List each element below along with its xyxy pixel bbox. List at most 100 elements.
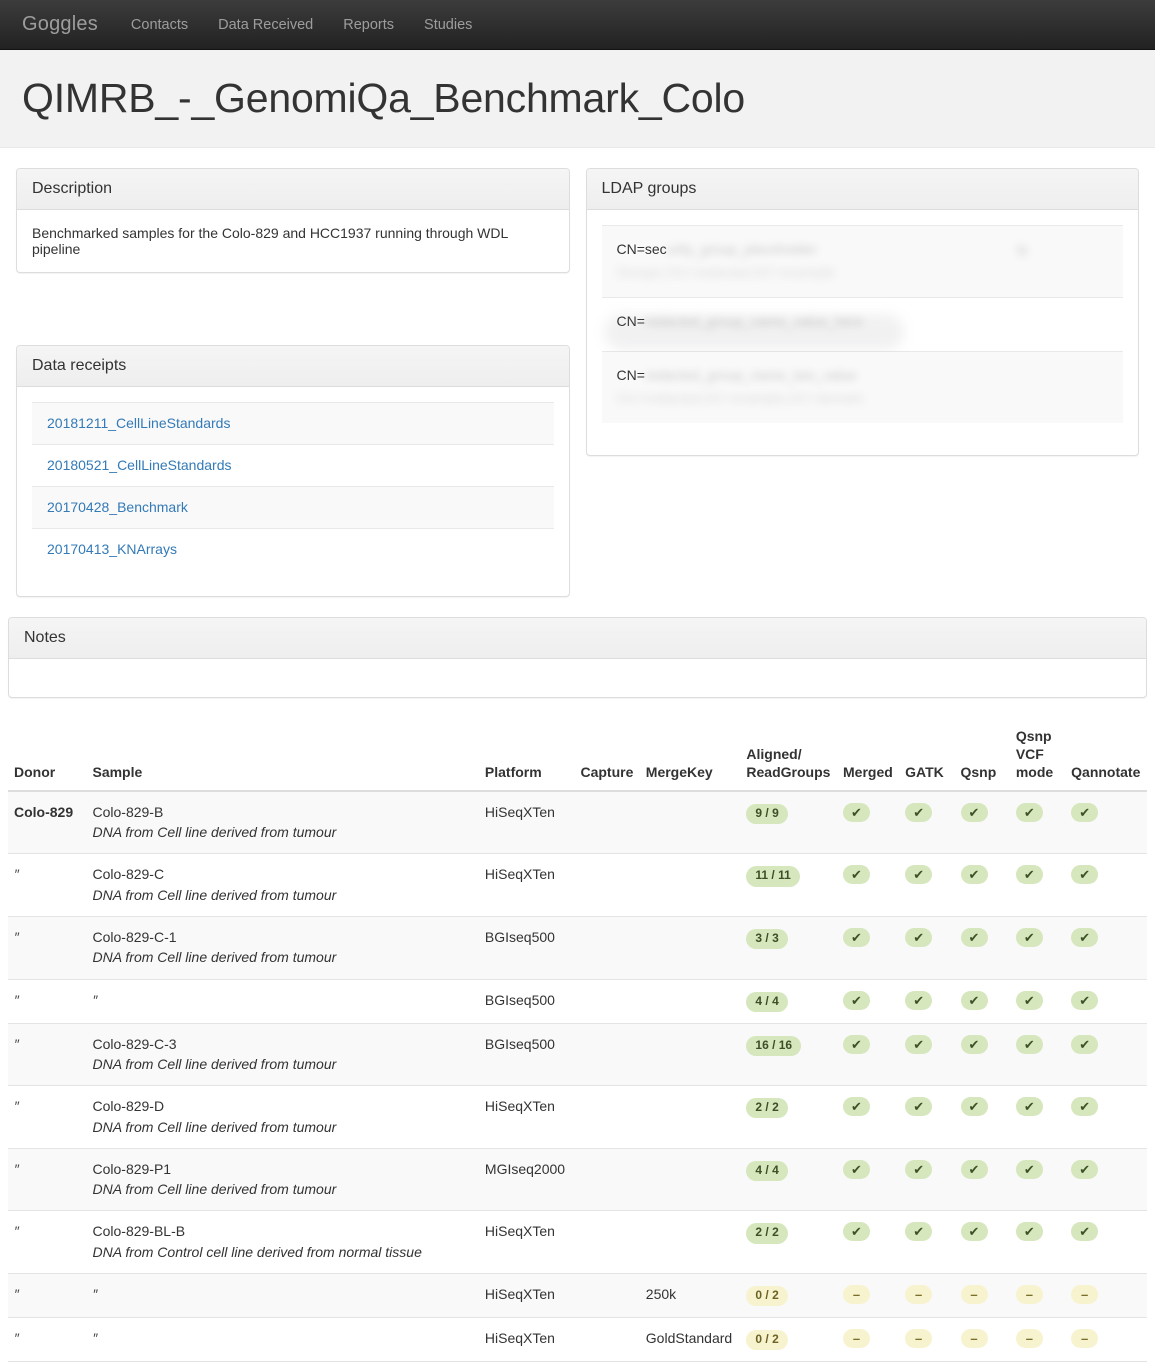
table-row[interactable]: ″ Colo-829-C DNA from Cell line derived fr… [8,854,1147,917]
data-receipt-link[interactable]: 20180521_CellLineStandards [47,457,231,473]
ldap-groups-panel-heading: LDAP groups [586,169,1138,210]
col-header-qsnp[interactable]: Qsnp [954,720,1010,792]
list-item[interactable]: CN=redacted_group_name_two_value OU=reda… [601,352,1123,423]
description-panel-body: Benchmarked samples for the Colo-829 and… [17,210,569,272]
cell-gatk: – [899,1318,954,1362]
col-header-qsnp-vcf-mode[interactable]: Qsnp VCF mode [1009,720,1066,792]
ldap-group-subline: Groups,OU=redacted,DC=example [616,264,836,280]
cell-gatk: ✔ [899,791,954,854]
dash-icon: – [1015,1285,1043,1305]
cell-qannotate: ✔ [1065,1023,1147,1086]
cell-qannotate: ✔ [1065,1211,1147,1274]
sample-name: ″ [92,1330,98,1347]
col-header-merged[interactable]: Merged [837,720,900,792]
cell-capture [574,1023,639,1086]
cell-qsnpvcf: ✔ [1010,854,1065,917]
cell-donor: ″ [14,1160,19,1177]
cell-gatk: ✔ [899,1211,954,1274]
cell-gatk: ✔ [899,1023,954,1086]
cell-platform: HiSeqXTen [484,1286,555,1303]
sample-description: DNA from Control cell line derived from … [92,1243,422,1260]
data-receipts-panel-body: 20181211_CellLineStandards 20180521_Cell… [17,387,569,596]
table-row[interactable]: ″ Colo-829-D DNA from Cell line derived fr… [8,1086,1147,1149]
list-item[interactable]: CN=security_group_placeholder ty Groups,O… [601,225,1123,298]
cell-capture [574,1086,639,1149]
data-receipts-list: 20181211_CellLineStandards 20180521_Cell… [32,402,554,570]
cell-merged: – [837,1274,899,1318]
cell-qsnp: ✔ [955,1148,1010,1211]
cell-platform: HiSeqXTen [484,1098,555,1115]
cell-aligned-readgroups: 11 / 11 [740,854,837,917]
check-icon: ✔ [843,990,870,1010]
ldap-groups-panel: LDAP groups CN=security_group_placeholde… [585,168,1139,456]
nav-link-studies[interactable]: Studies [409,0,487,50]
notes-panel-heading: Notes [9,618,1146,659]
col-header-donor[interactable]: Donor [8,720,87,792]
col-header-sample[interactable]: Sample [86,720,479,792]
description-panel-heading: Description [17,169,569,210]
cell-donor: ″ [14,1286,19,1303]
dash-icon: – [1015,1329,1043,1349]
data-receipt-link[interactable]: 20170428_Benchmark [47,499,188,515]
cell-qannotate: ✔ [1065,854,1147,917]
check-icon: ✔ [905,927,933,947]
col-header-platform[interactable]: Platform [478,720,575,792]
table-row[interactable]: ″ Colo-829-C-1 DNA from Cell line derived … [8,916,1147,979]
data-receipts-panel-heading: Data receipts [17,346,569,387]
cell-qannotate: ✔ [1065,1086,1147,1149]
page-title: QIMRB_-_GenomiQa_Benchmark_Colo [22,75,745,121]
cell-mergekey [640,1148,741,1211]
dash-icon: – [905,1329,933,1349]
table-row[interactable]: ″ ″ HiSeqXTen 250k 0 / 2 – – – – – [8,1273,1147,1318]
list-item[interactable]: 20170413_KNArrays [32,529,554,570]
sample-name: ″ [92,1286,98,1303]
table-row[interactable]: ″ Colo-829-BL-B DNA from Control cell line… [8,1211,1147,1274]
col-header-capture[interactable]: Capture [574,720,640,792]
aligned-readgroups-badge: 0 / 2 [746,1330,788,1351]
cell-sample: ″ [86,979,478,1023]
list-item[interactable]: 20180521_CellLineStandards [32,445,554,487]
list-item[interactable]: 20181211_CellLineStandards [32,402,554,445]
list-item[interactable]: CN=redacted_group_name_value_here [601,298,1123,352]
top-navbar: Goggles Contacts Data Received Reports S… [0,0,1155,50]
cell-aligned-readgroups: 4 / 4 [740,1148,837,1211]
data-receipt-link[interactable]: 20181211_CellLineStandards [47,415,230,431]
cell-donor: ″ [14,928,19,945]
cell-sample: Colo-829-P1 DNA from Cell line derived fr… [86,1148,478,1211]
cell-qsnp: – [955,1274,1010,1318]
description-panel-title: Description [32,180,113,197]
data-receipt-link[interactable]: 20170413_KNArrays [47,541,177,557]
ldap-group-trailing: ty [1016,241,1028,257]
cell-sample: ″ [86,1318,478,1362]
table-row[interactable]: ″ Colo-829-P1 DNA from Cell line derived f… [8,1148,1147,1211]
col-header-aligned-readgroups[interactable]: Aligned/ ReadGroups [740,720,837,792]
cell-aligned-readgroups: 4 / 4 [740,979,837,1023]
cell-qsnpvcf: – [1010,1274,1065,1318]
cell-sample: Colo-829-C-3 DNA from Cell line derived f… [86,1023,478,1086]
col-header-mergekey[interactable]: MergeKey [639,720,741,792]
nav-link-data-received[interactable]: Data Received [203,0,328,50]
table-row[interactable]: ″ Colo-829-C-3 DNA from Cell line derived … [8,1023,1147,1086]
cell-capture [574,979,639,1023]
cell-qannotate: – [1065,1274,1147,1318]
table-row[interactable]: Colo-829 Colo-829-B DNA from Cell line der… [8,790,1147,854]
cell-donor: ″ [14,1098,19,1115]
samples-table-head: Donor Sample Platform Capture MergeKey A… [8,720,1147,792]
check-icon: ✔ [960,990,988,1010]
col-header-gatk[interactable]: GATK [899,720,955,792]
nav-link-contacts[interactable]: Contacts [116,0,203,50]
cell-platform: HiSeqXTen [484,803,555,820]
dash-icon: – [960,1329,988,1349]
list-item[interactable]: 20170428_Benchmark [32,487,554,529]
ldap-group-prefix: CN= [616,367,645,383]
check-icon: ✔ [960,865,988,885]
nav-link-reports[interactable]: Reports [328,0,409,50]
cell-gatk: ✔ [899,1086,954,1149]
navbar-brand[interactable]: Goggles [22,13,116,36]
table-row[interactable]: ″ ″ HiSeqXTen GoldStandard 0 / 2 – – – – – [8,1318,1147,1362]
col-header-qannotate[interactable]: Qannotate [1065,720,1147,792]
check-icon: ✔ [960,927,988,947]
table-row[interactable]: ″ ″ BGIseq500 4 / 4 ✔ ✔ ✔ ✔ ✔ [8,979,1147,1024]
cell-mergekey [640,1086,741,1149]
check-icon: ✔ [960,1097,988,1117]
